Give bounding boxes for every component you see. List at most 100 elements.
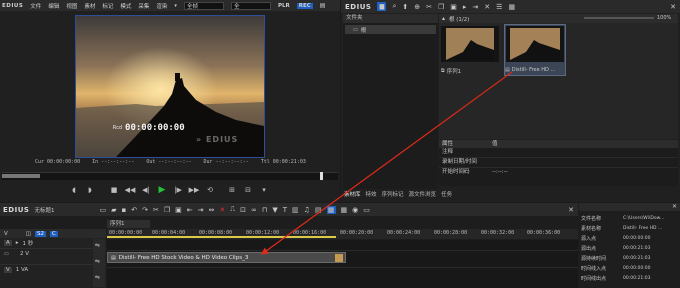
audio-mixer-icon[interactable]: ♫ <box>304 206 310 214</box>
timeline-ruler[interactable]: 00:00:00:00 00:00:04:00 00:00:08:00 00:0… <box>107 229 578 239</box>
play-icon[interactable]: ▶ <box>158 185 166 195</box>
menu-mode[interactable]: 模式 <box>120 2 131 10</box>
tab-source-browser[interactable]: 源文件浏览 <box>409 190 437 198</box>
track-mode-s2[interactable]: S2 <box>34 230 46 237</box>
menu-render[interactable]: 渲染 <box>156 2 167 10</box>
set-in-icon[interactable]: ◖ <box>70 186 78 194</box>
toggle-info-icon[interactable]: ▦ <box>326 205 336 214</box>
render-dropdown-value: 全帧 <box>186 3 198 10</box>
window-menu-icon[interactable]: ▤ <box>320 2 326 9</box>
track-lane[interactable] <box>107 240 578 251</box>
link-icon[interactable]: ⇋ <box>95 274 100 281</box>
link-icon[interactable]: ⇋ <box>95 258 100 265</box>
menu-clip[interactable]: 素材 <box>84 2 95 10</box>
render-dropdown-icon[interactable]: ▾ <box>174 3 177 9</box>
render-dropdown[interactable]: 全帧 <box>183 1 224 10</box>
render-icon[interactable]: ▤ <box>315 206 322 214</box>
ripple-icon[interactable]: ⇔ <box>208 206 214 214</box>
cut-icon[interactable]: ✂ <box>153 206 159 214</box>
properties-icon[interactable]: ☰ <box>496 3 502 11</box>
bin-tabs: 素材库 特效 序列标记 源文件浏览 任务 <box>344 190 457 198</box>
snap-icon[interactable]: ⊓ <box>262 206 267 214</box>
mode-dropdown[interactable]: 全 <box>230 1 271 10</box>
copy-icon[interactable]: ❐ <box>164 206 170 214</box>
undo-icon[interactable]: ↶ <box>131 206 137 214</box>
search-icon[interactable]: ⌕ <box>392 2 396 11</box>
menu-marker[interactable]: 标记 <box>102 2 113 10</box>
track-expand-icon[interactable]: ▸ <box>16 240 19 246</box>
track-row-2v[interactable]: ▭ 2 V <box>0 249 106 265</box>
sequence-clip-icon: ⧉ <box>441 68 445 74</box>
redo-icon[interactable]: ↷ <box>142 206 148 214</box>
scrub-handle[interactable] <box>320 172 323 180</box>
link-icon[interactable]: ⇋ <box>95 242 100 249</box>
sequence-settings-icon[interactable]: ▭ <box>99 206 106 214</box>
stop-icon[interactable]: ■ <box>110 186 118 194</box>
marker-icon[interactable]: ▼ <box>272 206 277 214</box>
razor-icon[interactable]: ⎍ <box>230 205 235 214</box>
menu-view[interactable]: 视图 <box>66 2 77 10</box>
player-more-icon[interactable]: ▾ <box>260 186 268 194</box>
link-icon[interactable]: ∞ <box>251 206 257 214</box>
rewind-icon[interactable]: ◀◀ <box>125 186 136 194</box>
delete-icon[interactable]: ✕ <box>484 3 490 11</box>
rec-toggle[interactable]: REC <box>296 2 313 9</box>
menu-file[interactable]: 文件 <box>30 2 41 10</box>
info-row-value: Distill- Free HD ... <box>623 225 663 231</box>
loop-icon[interactable]: ⟲ <box>206 186 214 194</box>
save-icon[interactable]: ▪ <box>121 206 126 214</box>
clip-thumbnail-distill[interactable]: ▤ Distill- Free HD ... <box>504 24 566 76</box>
title-icon[interactable]: T <box>283 206 287 214</box>
overwrite-mode-icon[interactable]: ⇥ <box>198 206 204 214</box>
view-mode-icon[interactable]: ▦ <box>508 3 515 11</box>
group-icon[interactable]: ⊡ <box>240 206 246 214</box>
up-folder-icon[interactable]: ⬆ <box>402 3 408 11</box>
tab-sequence[interactable]: 序列1 <box>107 220 150 228</box>
paste-icon[interactable]: ▣ <box>450 3 457 11</box>
layout-icon[interactable]: ▦ <box>341 206 348 214</box>
track-mode-c[interactable]: C <box>49 230 58 237</box>
sync-lock-icon[interactable]: ◫ <box>26 231 31 237</box>
track-lane[interactable]: ▤ Distill- Free HD Stock Video & HD Vide… <box>107 251 578 268</box>
open-folder-icon[interactable]: ▰ <box>111 206 116 214</box>
insert-mode-icon[interactable]: ⇤ <box>187 206 193 214</box>
step-forward-icon[interactable]: |▶ <box>174 186 182 194</box>
track-toggle-icon[interactable]: ▭ <box>4 251 16 257</box>
track-row-1va[interactable]: V 1 VA <box>0 265 106 281</box>
paste-icon[interactable]: ▣ <box>175 206 182 214</box>
fast-forward-icon[interactable]: ▶▶ <box>189 186 200 194</box>
camera-icon[interactable]: ◉ <box>352 206 358 214</box>
bin-close-icon[interactable]: ✕ <box>670 3 676 11</box>
set-out-icon[interactable]: ◗ <box>86 186 94 194</box>
insert-to-timeline-icon[interactable]: ⊞ <box>228 186 236 194</box>
cut-icon[interactable]: ✂ <box>426 3 432 11</box>
track-link-column: ⇋ ⇋ ⇋ <box>93 239 105 287</box>
clip-thumbnail-sequence[interactable]: ⧉ 序列1 <box>441 26 501 75</box>
tab-effects[interactable]: 特效 <box>366 190 377 198</box>
add-to-timeline-icon[interactable]: ⇥ <box>472 3 478 11</box>
info-close-icon[interactable]: ✕ <box>672 203 677 210</box>
tab-bin[interactable]: 素材库 <box>344 190 361 198</box>
menu-capture[interactable]: 采集 <box>138 2 149 10</box>
tab-sequence-markers[interactable]: 序列标记 <box>382 190 404 198</box>
player-scrub-bar[interactable] <box>2 172 338 180</box>
copy-icon[interactable]: ❐ <box>438 3 444 11</box>
timeline-close-icon[interactable]: ✕ <box>568 206 574 214</box>
color-bars-icon[interactable]: ▥ <box>292 206 299 214</box>
delete-icon[interactable]: ✕ <box>219 206 225 214</box>
up-level-icon[interactable]: ▴ <box>442 15 445 22</box>
tab-tasks[interactable]: 任务 <box>441 190 452 198</box>
folder-view-icon[interactable]: ▆ <box>377 2 387 11</box>
step-back-icon[interactable]: ◀| <box>142 186 150 194</box>
menu-edit[interactable]: 编辑 <box>48 2 59 10</box>
thumbnail-zoom-slider[interactable] <box>584 17 654 19</box>
folder-item-root[interactable]: ▭ 根 <box>345 25 436 34</box>
preview-icon[interactable]: ▭ <box>363 206 370 214</box>
add-clip-icon[interactable]: ⊕ <box>414 3 420 11</box>
plr-toggle[interactable]: PLR <box>278 3 290 9</box>
send-to-player-icon[interactable]: ▸ <box>463 3 467 11</box>
track-row-audio[interactable]: A ▸ 1 秒 <box>0 238 106 249</box>
overwrite-to-timeline-icon[interactable]: ⊟ <box>244 186 252 194</box>
track-lane[interactable] <box>107 268 578 284</box>
timeline-clip[interactable]: ▤ Distill- Free HD Stock Video & HD Vide… <box>107 252 346 263</box>
